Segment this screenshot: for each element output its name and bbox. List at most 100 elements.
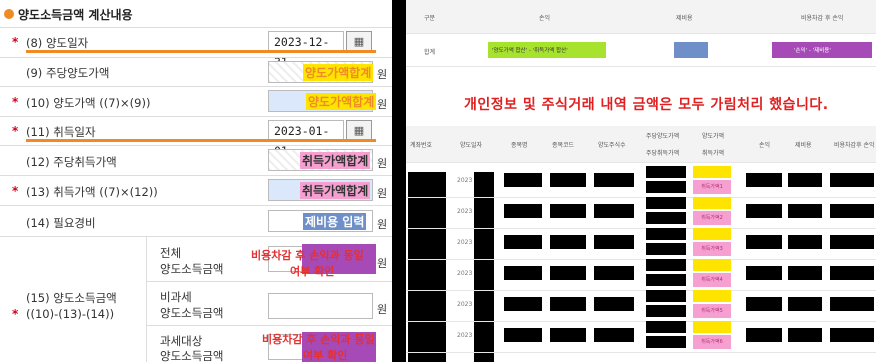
redacted-quantity <box>594 235 634 249</box>
header-cell: 비용차감후 손익 <box>834 142 875 149</box>
header-cell: 제비용 <box>676 15 693 22</box>
bullet-icon <box>4 9 14 19</box>
header-cell: 주당양도가액 <box>646 133 680 140</box>
redacted-profit <box>746 173 782 187</box>
acquisition-price-row: * (13) 취득가액 ((7)×(12)) 취득가액합계 원 <box>0 176 392 205</box>
redacted-quantity <box>594 173 634 187</box>
redacted-net <box>830 266 874 280</box>
header-cell: 주당취득가액 <box>646 150 680 157</box>
redacted-net <box>830 235 874 249</box>
redacted-stock-name <box>504 266 542 280</box>
redacted-unit-transfer <box>646 166 686 178</box>
header-cell: 취득가액 <box>702 150 725 157</box>
redacted-expense <box>788 297 822 311</box>
underline-mark <box>26 139 376 142</box>
header-cell: 양도주식수 <box>598 142 626 149</box>
after-cost-cell: '손익' - '제비용' <box>772 42 872 58</box>
redacted-quantity <box>594 204 634 218</box>
redacted-expense <box>788 328 822 342</box>
redacted-unit-acq <box>646 274 686 286</box>
total-profit-cell: '양도가액 합산' - '취득가액 합산' <box>488 42 606 58</box>
redacted-profit <box>746 328 782 342</box>
redacted-stock-name <box>504 204 542 218</box>
redaction-notice: 개인정보 및 주식거래 내역 금액은 모두 가림처리 했습니다. <box>464 97 829 113</box>
acquisition-price-cell: 취득가액3 <box>693 242 731 256</box>
year-cell: 2023 <box>457 270 473 277</box>
header-cell: 종목명 <box>511 142 528 149</box>
header-cell: 비용차감 후 손익 <box>801 15 844 22</box>
transfer-price-cell <box>693 228 731 240</box>
redacted-quantity <box>594 328 634 342</box>
total-label: 합계 <box>424 49 436 56</box>
redacted-profit <box>746 204 782 218</box>
redacted-expense <box>788 266 822 280</box>
redacted-expense <box>788 235 822 249</box>
redacted-stock-name <box>504 173 542 187</box>
year-cell: 2023 <box>457 208 473 215</box>
redacted-stock-name <box>504 328 542 342</box>
redacted-stock-name <box>504 297 542 311</box>
spreadsheet-panel: 구분 손익 제비용 비용차감 후 손익 합계 '양도가액 합산' - '취득가액… <box>406 0 876 362</box>
redacted-net <box>830 297 874 311</box>
tax-form-panel: 양도소득금액 계산내용 * (8) 양도일자 2023-12-31 ▦ (9) … <box>0 0 392 362</box>
header-cell: 구분 <box>424 15 436 22</box>
redacted-unit-acq <box>646 305 686 317</box>
transfer-price-cell <box>693 290 731 302</box>
redacted-unit-transfer <box>646 290 686 302</box>
expenses-row: (14) 필요경비 제비용 입력 원 <box>0 206 392 236</box>
redacted-unit-acq <box>646 336 686 348</box>
year-cell: 2023 <box>457 177 473 184</box>
header-cell: 계좌번호 <box>410 142 433 149</box>
transfer-price-cell <box>693 197 731 209</box>
transfer-price-row: * (10) 양도가액 ((7)×(9)) 양도가액합계 원 <box>0 87 392 116</box>
unit-transfer-price-row: (9) 주당양도가액 양도가액합계 원 <box>0 58 392 86</box>
redacted-profit <box>746 266 782 280</box>
redacted-stock-name <box>504 235 542 249</box>
transfer-price-cell <box>693 321 731 333</box>
header-cell: 손익 <box>759 142 771 149</box>
redacted-quantity <box>594 266 634 280</box>
redacted-unit-transfer <box>646 321 686 333</box>
redacted-quantity <box>594 297 634 311</box>
redacted-net <box>830 328 874 342</box>
acquisition-price-cell: 취득가액1 <box>693 180 731 194</box>
redacted-stock-code <box>550 266 586 280</box>
header-cell: 손익 <box>539 15 551 22</box>
redacted-account <box>408 172 446 362</box>
acquisition-price-cell: 취득가액2 <box>693 211 731 225</box>
nontaxable-gain-field[interactable] <box>268 293 373 319</box>
redacted-net <box>830 173 874 187</box>
acquisition-price-cell: 취득가액5 <box>693 304 731 318</box>
transfer-price-cell <box>693 259 731 271</box>
year-cell: 2023 <box>457 301 473 308</box>
redacted-profit <box>746 235 782 249</box>
redacted-stock-code <box>550 297 586 311</box>
redacted-unit-acq <box>646 181 686 193</box>
expenses-cell <box>674 42 708 58</box>
redacted-date <box>474 172 494 362</box>
header-cell: 양도일자 <box>460 142 483 149</box>
acquisition-price-cell: 취득가액4 <box>693 273 731 287</box>
redacted-stock-code <box>550 328 586 342</box>
redacted-stock-code <box>550 173 586 187</box>
acquisition-price-cell: 취득가액6 <box>693 335 731 349</box>
header-cell: 양도가액 <box>702 133 725 140</box>
redacted-profit <box>746 297 782 311</box>
redacted-unit-acq <box>646 212 686 224</box>
redacted-unit-acq <box>646 243 686 255</box>
redacted-unit-transfer <box>646 197 686 209</box>
redacted-unit-transfer <box>646 228 686 240</box>
unit-acquisition-price-row: (12) 주당취득가액 취득가액합계 원 <box>0 146 392 175</box>
year-cell: 2023 <box>457 332 473 339</box>
redacted-expense <box>788 173 822 187</box>
header-cell: 제비용 <box>795 142 812 149</box>
gain-group: (15) 양도소득금액 * ((10)-(13)-(14)) 전체 양도소득금액… <box>0 237 392 362</box>
split-divider <box>392 0 406 362</box>
redacted-net <box>830 204 874 218</box>
header-cell: 종목코드 <box>552 142 575 149</box>
redacted-stock-code <box>550 204 586 218</box>
redacted-unit-transfer <box>646 259 686 271</box>
year-cell: 2023 <box>457 239 473 246</box>
form-title: 양도소득금액 계산내용 <box>4 4 133 24</box>
redacted-stock-code <box>550 235 586 249</box>
